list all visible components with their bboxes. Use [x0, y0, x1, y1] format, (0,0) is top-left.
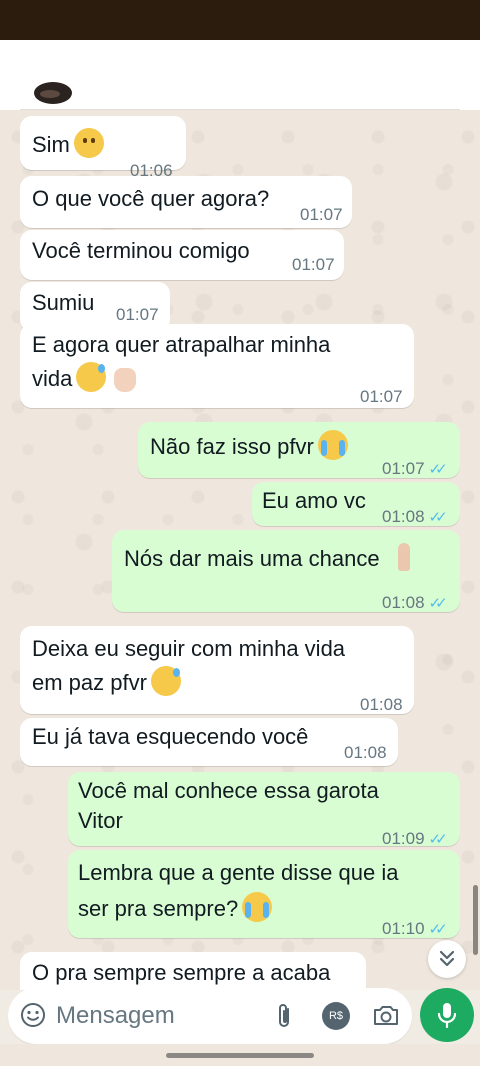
status-bar: [0, 0, 480, 40]
message-text: Sumiu: [32, 290, 95, 315]
read-receipt-icon: ✓✓: [428, 595, 448, 612]
message-bubble-outgoing[interactable]: Nós dar mais uma chance 01:08 ✓✓: [112, 530, 460, 612]
read-receipt-icon: ✓✓: [428, 831, 448, 848]
message-bubble-incoming[interactable]: Deixa eu seguir com minha vida em paz pf…: [20, 626, 414, 714]
message-bubble-incoming[interactable]: O pra sempre sempre a acaba: [20, 952, 366, 990]
scrollbar[interactable]: [473, 885, 478, 955]
home-indicator[interactable]: [166, 1053, 314, 1058]
slightly-frowning-face-icon: [73, 128, 104, 158]
smiley-icon[interactable]: [20, 1002, 46, 1028]
message-bubble-incoming[interactable]: E agora quer atrapalhar minha vida 01:07: [20, 324, 414, 408]
loudly-crying-face-icon: [317, 430, 348, 460]
system-nav-bar: [0, 1044, 480, 1066]
message-text-line: Deixa eu seguir com minha vida: [32, 636, 346, 661]
avatar[interactable]: [34, 82, 72, 104]
message-bubble-outgoing[interactable]: Lembra que a gente disse que ia ser pra …: [68, 850, 460, 938]
folded-hands-icon: [390, 542, 418, 572]
message-text-line: Vitor: [78, 808, 123, 833]
message-time: 01:08: [344, 743, 387, 762]
read-receipt-icon: ✓✓: [428, 509, 448, 526]
message-bubble-incoming[interactable]: Você terminou comigo 01:07: [20, 230, 344, 280]
payment-icon[interactable]: R$: [322, 1002, 350, 1030]
message-text-line: Lembra que a gente disse que ia: [78, 860, 399, 885]
message-text: Não faz isso pfvr: [150, 434, 314, 459]
raised-hand-icon: [110, 362, 140, 392]
read-receipt-icon: ✓✓: [428, 461, 448, 478]
message-time: 01:10: [382, 919, 425, 938]
message-text-line: ser pra sempre?: [78, 896, 239, 921]
chat-header[interactable]: [0, 40, 480, 110]
sad-sweat-face-icon: [150, 666, 181, 696]
camera-icon[interactable]: [372, 1002, 400, 1028]
mic-icon: [437, 1003, 457, 1029]
message-list[interactable]: Sim 01:06 O que você quer agora? 01:07 V…: [0, 110, 480, 990]
scroll-to-bottom-button[interactable]: [428, 940, 466, 978]
message-time: 01:07: [292, 255, 335, 274]
message-bubble-incoming[interactable]: O que você quer agora? 01:07: [20, 176, 352, 228]
message-text-line: vida: [32, 366, 73, 391]
composer: R$: [8, 988, 412, 1044]
message-input[interactable]: [56, 998, 256, 1034]
message-text: Nós dar mais uma chance: [124, 546, 380, 571]
read-receipt-icon: ✓✓: [428, 921, 448, 938]
message-text: Eu já tava esquecendo você: [32, 724, 309, 749]
message-bubble-incoming[interactable]: Sim 01:06: [20, 116, 186, 180]
sad-sweat-face-icon: [76, 362, 107, 392]
message-time: 01:07: [382, 459, 425, 478]
message-time: 01:07: [300, 205, 343, 224]
message-bubble-outgoing[interactable]: Eu amo vc 01:08 ✓✓: [252, 482, 460, 526]
message-time: 01:08: [382, 507, 425, 526]
double-chevron-down-icon: [439, 950, 455, 967]
message-text: Sim: [32, 132, 70, 157]
message-bubble-incoming[interactable]: Eu já tava esquecendo você 01:08: [20, 718, 398, 766]
message-text-line: E agora quer atrapalhar minha: [32, 332, 331, 357]
message-time: 01:08: [382, 593, 425, 612]
message-text-line: Você mal conhece essa garota: [78, 778, 379, 803]
message-time: 01:09: [382, 829, 425, 848]
message-time: 01:07: [360, 387, 403, 406]
paperclip-icon[interactable]: [272, 1002, 296, 1030]
loudly-crying-face-icon: [242, 892, 273, 922]
message-text: Você terminou comigo: [32, 238, 250, 263]
voice-message-button[interactable]: [420, 988, 474, 1042]
message-text-line: em paz pfvr: [32, 670, 147, 695]
message-bubble-outgoing[interactable]: Não faz isso pfvr 01:07 ✓✓: [138, 422, 460, 478]
message-time: 01:08: [360, 695, 403, 714]
message-bubble-outgoing[interactable]: Você mal conhece essa garota Vitor 01:09…: [68, 772, 460, 848]
message-text: O pra sempre sempre a acaba: [32, 960, 331, 985]
message-text: O que você quer agora?: [32, 186, 270, 211]
message-text: Eu amo vc: [262, 488, 366, 513]
